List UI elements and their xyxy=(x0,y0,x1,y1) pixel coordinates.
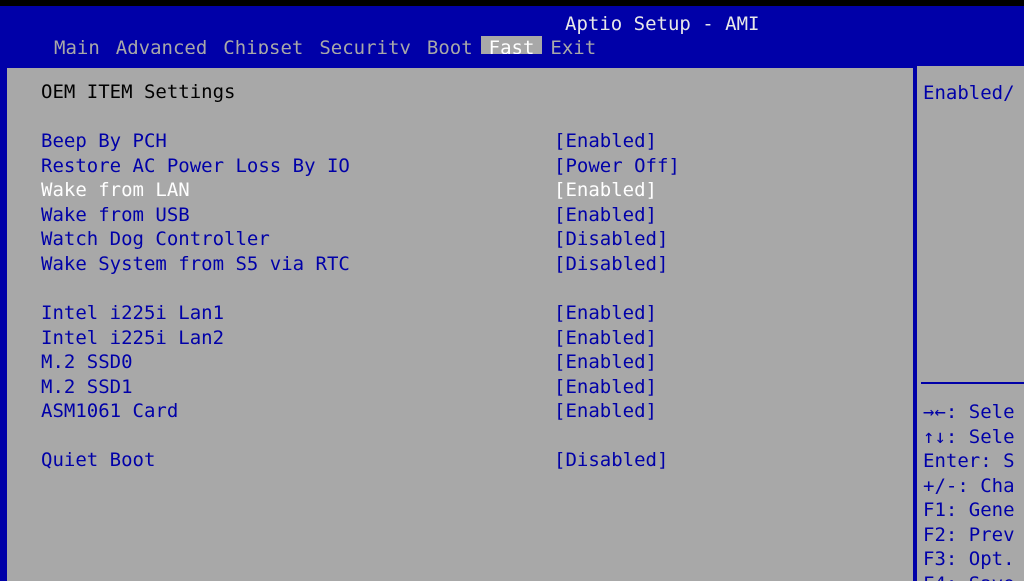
setting-beep-by-pch[interactable]: Beep By PCH [Enabled] xyxy=(41,129,901,153)
setting-label: Wake from LAN xyxy=(41,179,190,201)
setting-label: Wake from USB xyxy=(41,204,190,226)
setting-restore-ac-power-loss[interactable]: Restore AC Power Loss By IO [Power Off] xyxy=(41,154,901,178)
key-legend: →←: Sele ↑↓: Sele Enter: S +/-: Cha F1: … xyxy=(923,400,1015,581)
help-separator xyxy=(921,382,1024,384)
setting-label: Watch Dog Controller xyxy=(41,228,270,250)
setup-title: Aptio Setup - AMI xyxy=(565,13,760,35)
setting-label: M.2 SSD1 xyxy=(41,376,133,398)
key-hint-enter: Enter: S xyxy=(923,450,1015,472)
setting-quiet-boot[interactable]: Quiet Boot [Disabled] xyxy=(41,448,901,472)
setting-wake-system-rtc[interactable]: Wake System from S5 via RTC [Disabled] xyxy=(41,252,901,276)
key-hint-select-item: ↑↓: Sele xyxy=(923,425,1015,448)
setting-label: ASM1061 Card xyxy=(41,400,179,422)
setting-asm1061-card[interactable]: ASM1061 Card [Enabled] xyxy=(41,399,901,423)
setting-value[interactable]: [Enabled] xyxy=(554,375,657,399)
setting-value[interactable]: [Enabled] xyxy=(554,399,657,423)
setting-label: Beep By PCH xyxy=(41,130,167,152)
setting-value[interactable]: [Power Off] xyxy=(554,154,680,178)
section-title: OEM ITEM Settings xyxy=(41,81,236,103)
setting-value[interactable]: [Disabled] xyxy=(554,252,668,276)
key-hint-f2: F2: Prev xyxy=(923,523,1015,546)
key-hint-f4: F4: Save xyxy=(923,572,1015,581)
key-hint-f3: F3: Opt. xyxy=(923,548,1015,570)
setting-wake-from-lan[interactable]: Wake from LAN [Enabled] xyxy=(41,178,901,202)
setting-label: M.2 SSD0 xyxy=(41,351,133,373)
setting-value[interactable]: [Enabled] xyxy=(554,178,657,202)
setting-value[interactable]: [Enabled] xyxy=(554,326,657,350)
setting-value[interactable]: [Disabled] xyxy=(554,448,668,472)
key-hint-select-screen: →←: Sele xyxy=(923,401,1015,423)
setting-label: Intel i225i Lan2 xyxy=(41,327,225,349)
setting-value[interactable]: [Disabled] xyxy=(554,227,668,251)
setting-m2-ssd0[interactable]: M.2 SSD0 [Enabled] xyxy=(41,350,901,374)
setting-value[interactable]: [Enabled] xyxy=(554,203,657,227)
setup-header: Aptio Setup - AMI Main Advanced Chipset … xyxy=(0,6,1024,61)
setting-label: Restore AC Power Loss By IO xyxy=(41,155,350,177)
key-hint-change: +/-: Cha xyxy=(923,474,1015,497)
setting-label: Quiet Boot xyxy=(41,449,156,471)
help-description: Enabled/ xyxy=(923,82,1015,104)
setting-watch-dog-controller[interactable]: Watch Dog Controller [Disabled] xyxy=(41,227,901,251)
key-hint-f1: F1: Gene xyxy=(923,499,1015,521)
setting-intel-lan2[interactable]: Intel i225i Lan2 [Enabled] xyxy=(41,326,901,350)
setting-value[interactable]: [Enabled] xyxy=(554,301,657,325)
setting-value[interactable]: [Enabled] xyxy=(554,350,657,374)
setting-intel-lan1[interactable]: Intel i225i Lan1 [Enabled] xyxy=(41,301,901,325)
setting-wake-from-usb[interactable]: Wake from USB [Enabled] xyxy=(41,203,901,227)
setting-m2-ssd1[interactable]: M.2 SSD1 [Enabled] xyxy=(41,375,901,399)
setting-label: Intel i225i Lan1 xyxy=(41,302,225,324)
setting-value[interactable]: [Enabled] xyxy=(554,129,657,153)
help-panel: Enabled/ →←: Sele ↑↓: Sele Enter: S +/-:… xyxy=(917,66,1024,581)
setting-label: Wake System from S5 via RTC xyxy=(41,253,350,275)
